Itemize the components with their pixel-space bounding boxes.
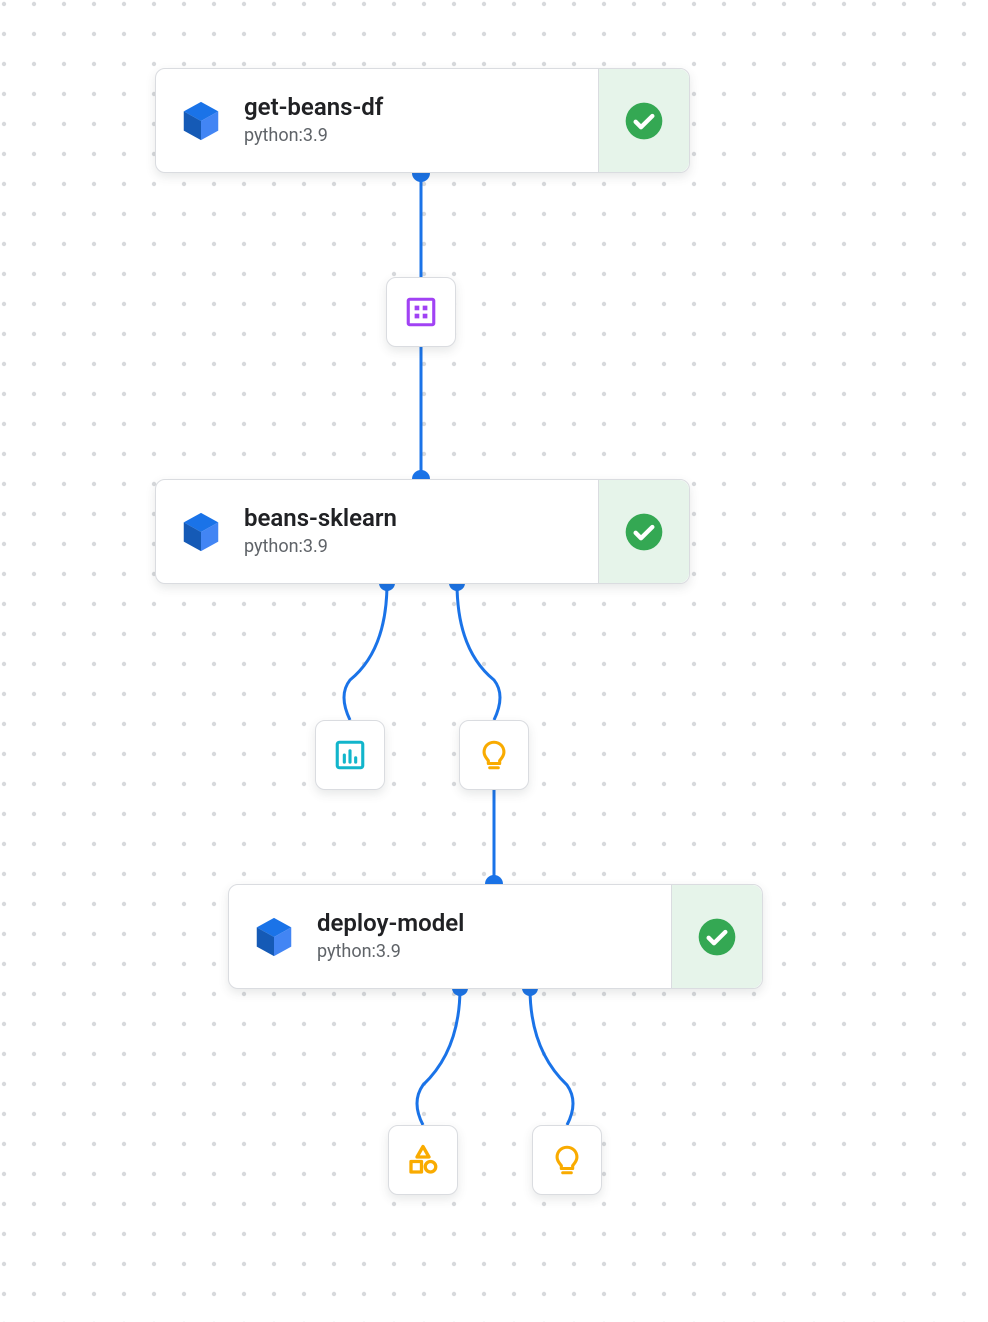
node-subtitle: python:3.9 <box>244 124 598 147</box>
artifact-dataset[interactable] <box>386 277 456 347</box>
node-icon-slot <box>229 885 315 988</box>
artifact-metrics[interactable] <box>315 720 385 790</box>
cube-icon <box>178 509 224 555</box>
node-title: deploy-model <box>317 909 671 938</box>
artifact-model[interactable] <box>532 1125 602 1195</box>
metrics-icon <box>333 738 367 772</box>
node-subtitle: python:3.9 <box>317 940 671 963</box>
cube-icon <box>178 98 224 144</box>
artifact-model[interactable] <box>459 720 529 790</box>
success-check-icon <box>697 917 737 957</box>
node-status <box>671 885 762 988</box>
cube-icon <box>251 914 297 960</box>
pipeline-node-deploy-model[interactable]: deploy-model python:3.9 <box>228 884 763 989</box>
node-text: beans-sklearn python:3.9 <box>242 480 598 583</box>
pipeline-node-beans-sklearn[interactable]: beans-sklearn python:3.9 <box>155 479 690 584</box>
pipeline-canvas[interactable]: get-beans-df python:3.9 beans-sklearn py… <box>0 0 988 1322</box>
success-check-icon <box>624 512 664 552</box>
node-status <box>598 69 689 172</box>
pipeline-node-get-beans-df[interactable]: get-beans-df python:3.9 <box>155 68 690 173</box>
node-icon-slot <box>156 480 242 583</box>
node-status <box>598 480 689 583</box>
background-grid <box>0 0 988 1322</box>
artifact-endpoint[interactable] <box>388 1125 458 1195</box>
dataset-icon <box>404 295 438 329</box>
node-title: beans-sklearn <box>244 504 598 533</box>
pipeline-edges <box>0 0 988 1322</box>
node-subtitle: python:3.9 <box>244 535 598 558</box>
node-text: get-beans-df python:3.9 <box>242 69 598 172</box>
model-bulb-icon <box>477 738 511 772</box>
node-title: get-beans-df <box>244 93 598 122</box>
shapes-icon <box>405 1142 441 1178</box>
node-text: deploy-model python:3.9 <box>315 885 671 988</box>
model-bulb-icon <box>550 1143 584 1177</box>
success-check-icon <box>624 101 664 141</box>
node-icon-slot <box>156 69 242 172</box>
